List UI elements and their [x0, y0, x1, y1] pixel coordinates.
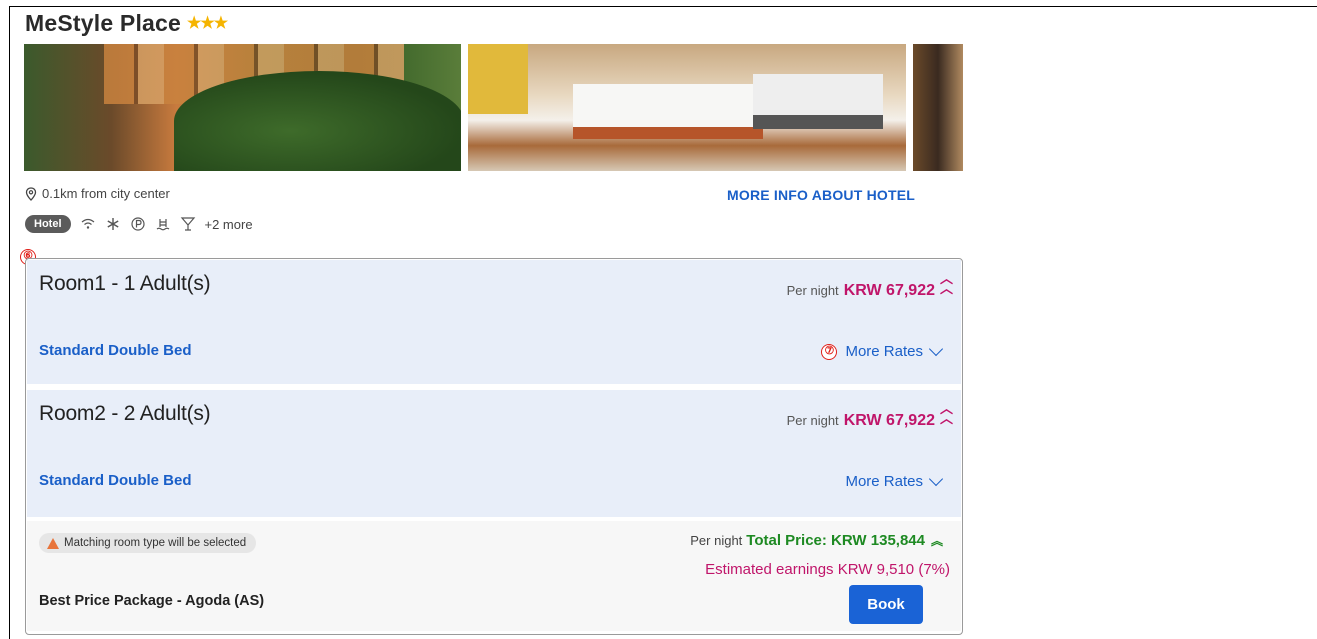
pool-icon — [156, 219, 169, 231]
location-info: 0.1km from city center — [25, 186, 170, 201]
room-card: Room2 - 2 Adult(s) Per night KRW 67,922 … — [27, 390, 961, 517]
parking-icon — [130, 217, 145, 231]
per-night-price: Per night KRW 67,922 — [787, 412, 935, 430]
frame-border-left — [9, 6, 10, 639]
matching-room-warning: Matching room type will be selected — [39, 533, 257, 553]
rooms-panel: Room1 - 1 Adult(s) Per night KRW 67,922 … — [25, 258, 963, 635]
per-night-price: Per night KRW 67,922 — [787, 282, 935, 300]
photo-bed — [753, 74, 883, 129]
room-card: Room1 - 1 Adult(s) Per night KRW 67,922 … — [27, 260, 961, 384]
wifi-icon — [81, 218, 94, 229]
room-price: KRW 67,922 — [843, 412, 935, 429]
chevron-down-icon[interactable] — [928, 341, 944, 357]
bed-type-link[interactable]: Standard Double Bed — [39, 342, 192, 359]
frame-border-top — [9, 6, 971, 7]
snowflake-icon — [106, 218, 119, 230]
per-night-label: Per night — [786, 283, 839, 298]
photo-trees — [174, 71, 461, 171]
package-name: Best Price Package - Agoda (AS) — [39, 593, 265, 609]
chevron-double-up-icon[interactable]: ︿ ︿ — [940, 402, 953, 425]
warning-text: Matching room type will be selected — [64, 537, 247, 549]
frame-border-top-right — [971, 6, 1317, 7]
amenities-row: Hotel +2 more — [25, 215, 253, 233]
hotel-photo-partial[interactable] — [913, 44, 963, 171]
chevron-down-icon[interactable] — [928, 471, 944, 487]
location-pin-icon — [25, 186, 37, 201]
chevron-double-up-icon[interactable]: ︽ — [931, 532, 943, 549]
room-title: Room1 - 1 Adult(s) — [39, 272, 211, 295]
hotel-title[interactable]: MeStyle Place ★★★ — [25, 10, 228, 37]
bar-icon — [180, 217, 195, 231]
star-rating-icon: ★★★ — [187, 15, 228, 32]
hotel-photo-room[interactable] — [468, 44, 906, 171]
photo-wall — [468, 44, 528, 114]
per-night-label: Per night — [690, 533, 743, 548]
more-rates-button[interactable]: More Rates — [845, 471, 944, 490]
location-text: 0.1km from city center — [42, 186, 170, 201]
more-amenities-text[interactable]: +2 more — [205, 217, 253, 232]
more-rates-label[interactable]: More Rates — [845, 343, 923, 360]
annotation-marker-7: ⑦ — [821, 343, 838, 360]
total-price-row: Per night Total Price: KRW 135,844 ︽ — [690, 532, 943, 549]
warning-icon — [47, 537, 59, 549]
more-info-link[interactable]: MORE INFO ABOUT HOTEL — [727, 187, 915, 203]
photo-bed — [573, 84, 763, 139]
book-button[interactable]: Book — [849, 585, 923, 624]
hotel-name[interactable]: MeStyle Place — [25, 10, 181, 36]
chevron-double-up-icon[interactable]: ︿ ︿ — [940, 272, 953, 295]
more-rates-button[interactable]: ⑦ More Rates — [821, 341, 944, 360]
room-price: KRW 67,922 — [843, 282, 935, 299]
hotel-photo-exterior[interactable] — [24, 44, 461, 171]
per-night-label: Per night — [786, 413, 839, 428]
package-section: Matching room type will be selected Per … — [27, 521, 961, 631]
estimated-earnings: Estimated earnings KRW 9,510 (7%) — [705, 561, 950, 578]
room-title: Room2 - 2 Adult(s) — [39, 402, 211, 425]
hotel-type-badge: Hotel — [25, 215, 71, 233]
total-price: Total Price: KRW 135,844 — [746, 532, 925, 549]
bed-type-link[interactable]: Standard Double Bed — [39, 472, 192, 489]
more-rates-label[interactable]: More Rates — [845, 473, 923, 490]
